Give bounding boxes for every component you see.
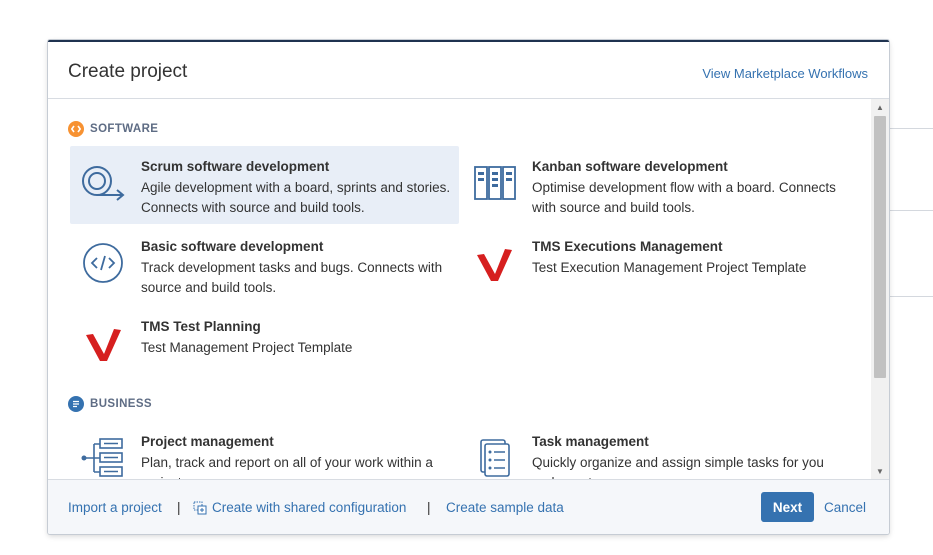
scrollbar-thumb[interactable] [874, 116, 886, 378]
view-marketplace-workflows-link[interactable]: View Marketplace Workflows [702, 66, 868, 81]
dialog-footer: Import a project | Create with shared co… [48, 479, 889, 534]
document-circle-icon [68, 396, 84, 412]
create-sample-data-link[interactable]: Create sample data [446, 500, 564, 515]
background-page [889, 0, 933, 555]
next-button[interactable]: Next [761, 492, 814, 522]
template-name: TMS Test Planning [141, 319, 261, 334]
template-task-management[interactable]: Task management Quickly organize and ass… [461, 421, 850, 479]
code-circle-icon [68, 121, 84, 137]
template-tms-test-planning[interactable]: TMS Test Planning Test Management Projec… [70, 306, 459, 384]
template-kanban[interactable]: Kanban software development Optimise dev… [461, 146, 850, 224]
dialog-title: Create project [68, 61, 188, 82]
footer-separator: | [177, 500, 181, 515]
template-description: Agile development with a board, sprints … [141, 180, 451, 215]
task-list-icon [469, 435, 519, 479]
background-divider [889, 296, 933, 297]
red-v-icon [78, 320, 128, 366]
shared-configuration-icon [193, 501, 207, 515]
background-divider [889, 128, 933, 129]
background-divider [889, 210, 933, 211]
section-label: BUSINESS [90, 398, 152, 410]
template-name: Scrum software development [141, 159, 330, 174]
red-v-icon [469, 240, 519, 286]
cancel-link[interactable]: Cancel [824, 500, 866, 515]
section-label: SOFTWARE [90, 123, 159, 135]
kanban-board-icon [469, 160, 519, 206]
template-project-management[interactable]: Project management Plan, track and repor… [70, 421, 459, 479]
template-list[interactable]: SOFTWARE Scrum software development Agil… [48, 99, 871, 479]
template-name: Project management [141, 434, 274, 449]
template-description: Test Execution Management Project Templa… [532, 260, 807, 275]
dialog-header: Create project View Marketplace Workflow… [48, 42, 889, 99]
template-basic[interactable]: Basic software development Track develop… [70, 226, 459, 304]
template-name: Task management [532, 434, 649, 449]
template-description: Track development tasks and bugs. Connec… [141, 260, 443, 295]
template-description: Test Management Project Template [141, 340, 353, 355]
template-scrum[interactable]: Scrum software development Agile develop… [70, 146, 459, 224]
template-name: Basic software development [141, 239, 324, 254]
section-header-software: SOFTWARE [68, 121, 158, 137]
template-description: Plan, track and report on all of your wo… [141, 455, 433, 479]
template-description: Optimise development flow with a board. … [532, 180, 836, 215]
template-name: Kanban software development [532, 159, 728, 174]
scroll-up-arrow-icon[interactable]: ▲ [871, 99, 889, 115]
template-tms-executions[interactable]: TMS Executions Management Test Execution… [461, 226, 850, 304]
create-shared-configuration-link[interactable]: Create with shared configuration [193, 500, 406, 515]
template-name: TMS Executions Management [532, 239, 723, 254]
code-brackets-icon [78, 240, 128, 286]
scrum-cycle-icon [78, 160, 128, 206]
scroll-down-arrow-icon[interactable]: ▼ [871, 463, 889, 479]
project-tree-icon [78, 435, 128, 479]
section-header-business: BUSINESS [68, 396, 152, 412]
create-project-dialog: Create project View Marketplace Workflow… [48, 40, 889, 534]
template-description: Quickly organize and assign simple tasks… [532, 455, 824, 479]
footer-separator: | [427, 500, 431, 515]
vertical-scrollbar[interactable]: ▲ ▼ [871, 99, 889, 479]
shared-configuration-label: Create with shared configuration [212, 500, 407, 515]
import-project-link[interactable]: Import a project [68, 500, 162, 515]
